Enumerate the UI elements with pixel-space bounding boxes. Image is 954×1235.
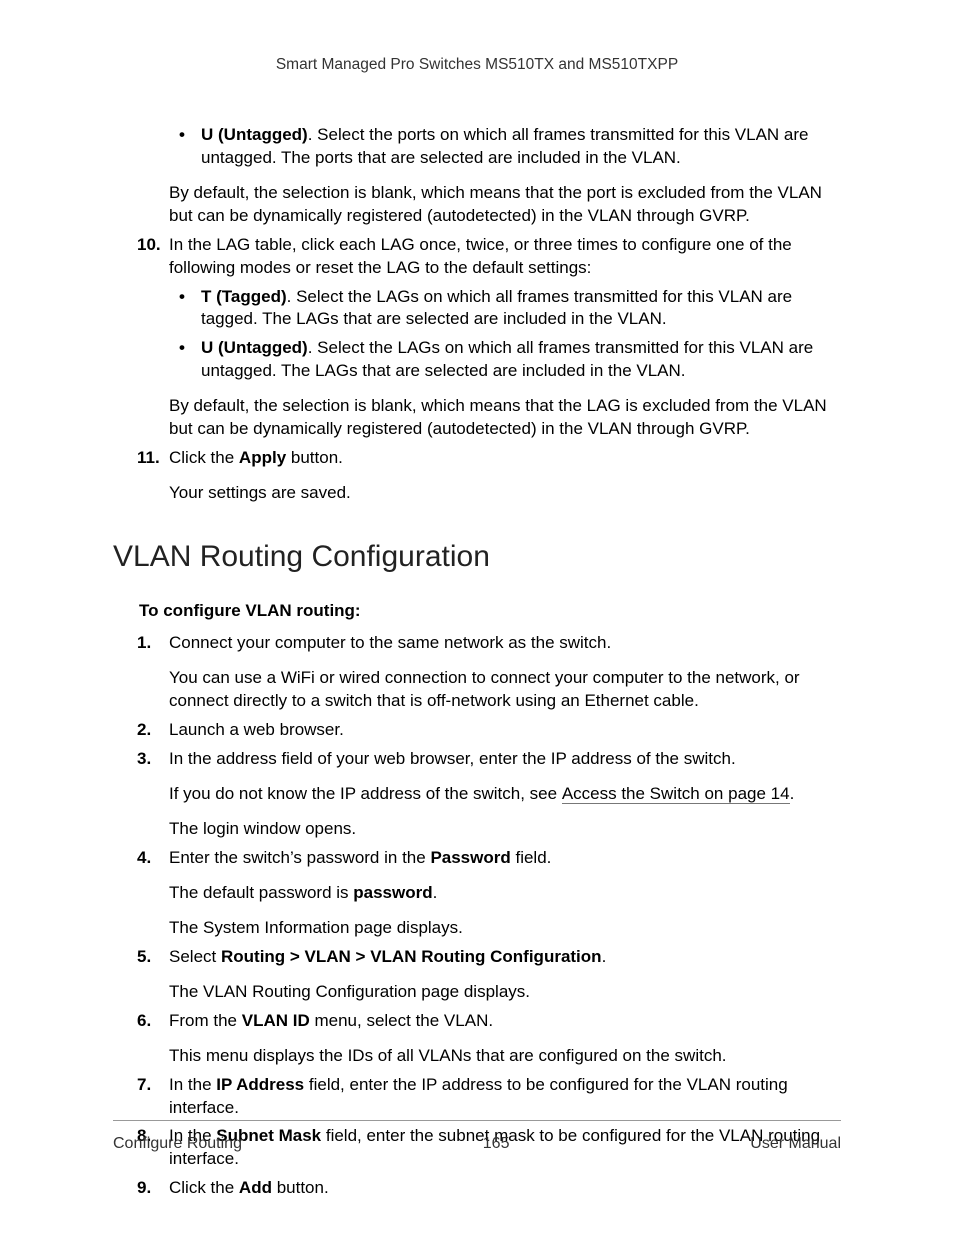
list-item: T (Tagged). Select the LAGs on which all… bbox=[113, 286, 841, 332]
step-4: 4. Enter the switch’s password in the Pa… bbox=[113, 847, 841, 870]
body-text: . Select the LAGs on which all frames tr… bbox=[201, 287, 792, 329]
section-heading: VLAN Routing Configuration bbox=[113, 537, 841, 578]
page-footer: Configure Routing 165 User Manual bbox=[113, 1120, 841, 1155]
footer-manual: User Manual bbox=[750, 1133, 841, 1155]
body-text: If you do not know the IP address of the… bbox=[113, 783, 841, 806]
body-text: . bbox=[433, 883, 438, 902]
access-switch-link[interactable]: Access the Switch on page 14 bbox=[562, 784, 790, 804]
procedure-heading: To configure VLAN routing: bbox=[113, 600, 841, 623]
step-marker: 5. bbox=[137, 946, 151, 969]
menu-path: Routing > VLAN > VLAN Routing Configurat… bbox=[221, 947, 602, 966]
step-11: 11. Click the Apply button. bbox=[113, 447, 841, 470]
default-password: password bbox=[353, 883, 432, 902]
step-marker: 1. bbox=[137, 632, 151, 655]
running-header: Smart Managed Pro Switches MS510TX and M… bbox=[113, 55, 841, 76]
vlan-id-label: VLAN ID bbox=[242, 1011, 310, 1030]
body-text: In the bbox=[169, 1075, 216, 1094]
body-text: . bbox=[602, 947, 607, 966]
body-text: button. bbox=[286, 448, 343, 467]
body-text: In the LAG table, click each LAG once, t… bbox=[169, 235, 792, 277]
apply-button-label: Apply bbox=[239, 448, 286, 467]
body-text: Click the bbox=[169, 1178, 239, 1197]
step-marker: 9. bbox=[137, 1177, 151, 1200]
step-3: 3. In the address field of your web brow… bbox=[113, 748, 841, 771]
body-text: Enter the switch’s password in the bbox=[169, 848, 430, 867]
step-marker: 3. bbox=[137, 748, 151, 771]
body-text: The System Information page displays. bbox=[113, 917, 841, 940]
body-text: The default password is password. bbox=[113, 882, 841, 905]
step-marker: 2. bbox=[137, 719, 151, 742]
body-text: field. bbox=[511, 848, 552, 867]
step-1: 1. Connect your computer to the same net… bbox=[113, 632, 841, 655]
step-5: 5. Select Routing > VLAN > VLAN Routing … bbox=[113, 946, 841, 969]
page-number: 165 bbox=[483, 1133, 510, 1155]
body-text: Connect your computer to the same networ… bbox=[169, 633, 611, 652]
step-marker: 11. bbox=[137, 447, 160, 470]
footer-section: Configure Routing bbox=[113, 1133, 242, 1155]
step-marker: 4. bbox=[137, 847, 151, 870]
step-10: 10. In the LAG table, click each LAG onc… bbox=[113, 234, 841, 280]
step-marker: 6. bbox=[137, 1010, 151, 1033]
body-text: The default password is bbox=[169, 883, 353, 902]
body-text: . bbox=[790, 784, 795, 803]
step-2: 2. Launch a web browser. bbox=[113, 719, 841, 742]
body-text: button. bbox=[272, 1178, 329, 1197]
body-text: Launch a web browser. bbox=[169, 720, 344, 739]
body-text: By default, the selection is blank, whic… bbox=[113, 182, 841, 228]
ip-address-label: IP Address bbox=[216, 1075, 304, 1094]
body-text: By default, the selection is blank, whic… bbox=[113, 395, 841, 441]
page-content: U (Untagged). Select the ports on which … bbox=[113, 124, 841, 1200]
step-7: 7. In the IP Address field, enter the IP… bbox=[113, 1074, 841, 1120]
body-text: From the bbox=[169, 1011, 242, 1030]
step-9: 9. Click the Add button. bbox=[113, 1177, 841, 1200]
label-untagged: U (Untagged) bbox=[201, 338, 308, 357]
add-button-label: Add bbox=[239, 1178, 272, 1197]
body-text: In the address field of your web browser… bbox=[169, 749, 736, 768]
label-untagged: U (Untagged) bbox=[201, 125, 308, 144]
body-text: Your settings are saved. bbox=[113, 482, 841, 505]
body-text: The VLAN Routing Configuration page disp… bbox=[113, 981, 841, 1004]
body-text: If you do not know the IP address of the… bbox=[169, 784, 562, 803]
body-text: This menu displays the IDs of all VLANs … bbox=[113, 1045, 841, 1068]
list-item: U (Untagged). Select the ports on which … bbox=[113, 124, 841, 170]
body-text: You can use a WiFi or wired connection t… bbox=[113, 667, 841, 713]
body-text: Select bbox=[169, 947, 221, 966]
step-marker: 7. bbox=[137, 1074, 151, 1097]
step-marker: 10. bbox=[137, 234, 161, 257]
body-text: Click the bbox=[169, 448, 239, 467]
password-field-label: Password bbox=[430, 848, 510, 867]
list-item: U (Untagged). Select the LAGs on which a… bbox=[113, 337, 841, 383]
body-text: menu, select the VLAN. bbox=[310, 1011, 493, 1030]
label-tagged: T (Tagged) bbox=[201, 287, 287, 306]
step-6: 6. From the VLAN ID menu, select the VLA… bbox=[113, 1010, 841, 1033]
body-text: The login window opens. bbox=[113, 818, 841, 841]
